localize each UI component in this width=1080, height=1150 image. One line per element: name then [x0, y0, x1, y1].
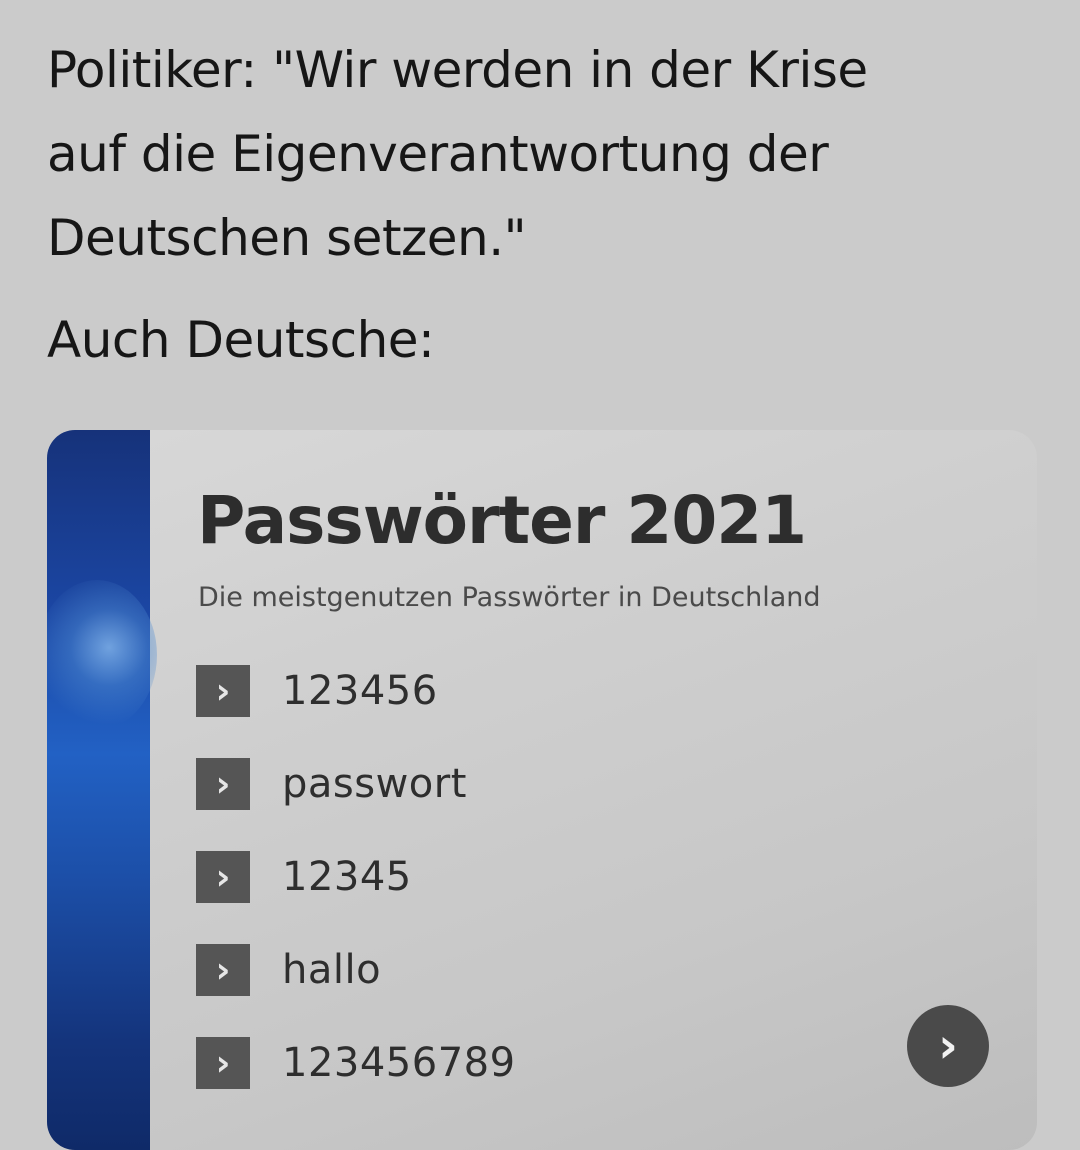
password-text: hallo: [282, 947, 382, 993]
blue-side-bar: [47, 430, 157, 1150]
tweet-line-3: Deutschen setzen.": [47, 209, 527, 267]
password-text: passwort: [282, 761, 467, 807]
password-item: › 123456789: [196, 1034, 516, 1092]
chevron-right-icon: ›: [196, 944, 250, 996]
password-item: › hallo: [196, 941, 516, 999]
tweet-media-image[interactable]: Passwörter 2021 Die meistgenutzen Passwö…: [47, 430, 1037, 1150]
tweet-text: Politiker: "Wir werden in der Krise auf …: [47, 28, 1047, 382]
card-subtitle: Die meistgenutzen Passwörter in Deutschl…: [198, 582, 821, 613]
chevron-right-icon: ›: [196, 851, 250, 903]
card-title: Passwörter 2021: [197, 482, 807, 559]
tweet-line-2: auf die Eigenverantwortung der: [47, 125, 829, 183]
tweet-line-4: Auch Deutsche:: [47, 311, 435, 369]
chevron-right-icon: ›: [196, 1037, 250, 1089]
password-item: › passwort: [196, 755, 516, 813]
next-button[interactable]: ›: [907, 1005, 989, 1087]
chevron-right-icon: ›: [196, 758, 250, 810]
password-item: › 123456: [196, 662, 516, 720]
password-text: 12345: [282, 854, 412, 900]
password-text: 123456: [282, 668, 438, 714]
tweet-line-1: Politiker: "Wir werden in der Krise: [47, 41, 868, 99]
password-item: › 12345: [196, 848, 516, 906]
password-text: 123456789: [282, 1040, 516, 1086]
globe-graphic: [47, 580, 157, 730]
password-list: › 123456 › passwort › 12345 › hallo › 12…: [196, 662, 516, 1127]
chevron-right-circle-icon: ›: [938, 1018, 958, 1074]
chevron-right-icon: ›: [196, 665, 250, 717]
